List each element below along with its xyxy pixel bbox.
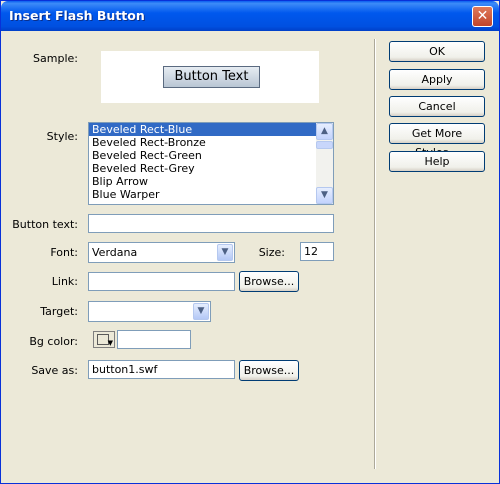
size-label: Size: [258, 246, 285, 259]
help-button[interactable]: Help [389, 151, 485, 172]
font-label: Font: [50, 246, 78, 259]
font-value: Verdana [92, 246, 138, 259]
bg-color-input[interactable] [117, 330, 191, 349]
button-text-label: Button text: [12, 218, 78, 231]
bg-color-label: Bg color: [29, 335, 78, 348]
sample-button-preview: Button Text [163, 66, 260, 88]
close-button[interactable]: ✕ [472, 6, 493, 27]
target-label: Target: [40, 305, 78, 318]
apply-button[interactable]: Apply [389, 69, 485, 90]
style-listbox[interactable]: Beveled Rect-Blue Beveled Rect-Bronze Be… [88, 122, 334, 205]
ok-button[interactable]: OK [389, 41, 485, 62]
style-item-beveled-rect-grey[interactable]: Beveled Rect-Grey [89, 162, 316, 175]
scroll-down-icon: ▼ [321, 190, 328, 200]
style-item-blip-arrow[interactable]: Blip Arrow [89, 175, 316, 188]
sample-label: Sample: [33, 52, 78, 65]
scroll-down-button[interactable]: ▼ [316, 187, 333, 204]
target-select[interactable]: ▼ [88, 301, 211, 322]
get-more-styles-button[interactable]: Get More Styles... [389, 123, 485, 159]
target-dropdown-button[interactable]: ▼ [193, 303, 209, 320]
link-input[interactable] [88, 272, 235, 291]
chevron-down-icon: ▼ [107, 339, 113, 347]
button-text-input[interactable] [88, 214, 334, 233]
close-icon: ✕ [476, 8, 489, 24]
save-browse-button[interactable]: Browse... [239, 360, 299, 381]
save-as-label: Save as: [31, 364, 78, 377]
scroll-up-button[interactable]: ▲ [316, 123, 333, 140]
dialog-title: Insert Flash Button [9, 8, 145, 23]
scroll-thumb[interactable] [316, 141, 333, 149]
size-input[interactable]: 12 [300, 242, 334, 261]
style-label: Style: [46, 130, 78, 143]
style-item-beveled-rect-blue[interactable]: Beveled Rect-Blue [89, 123, 316, 136]
save-as-input[interactable]: button1.swf [88, 360, 235, 379]
chevron-down-icon: ▼ [197, 306, 205, 316]
style-item-blue-warper[interactable]: Blue Warper [89, 188, 316, 201]
title-bar: Insert Flash Button ✕ [1, 1, 499, 31]
insert-flash-button-dialog: Insert Flash Button ✕ Sample: Button Tex… [0, 0, 500, 484]
vertical-divider [374, 39, 376, 469]
style-item-beveled-rect-green[interactable]: Beveled Rect-Green [89, 149, 316, 162]
link-label: Link: [51, 275, 78, 288]
sample-preview: Button Text [101, 51, 319, 103]
bg-color-swatch-button[interactable]: ▼ [93, 331, 115, 348]
style-item-beveled-rect-bronze[interactable]: Beveled Rect-Bronze [89, 136, 316, 149]
link-browse-button[interactable]: Browse... [239, 271, 299, 292]
cancel-button[interactable]: Cancel [389, 96, 485, 117]
scroll-up-icon: ▲ [321, 126, 328, 136]
style-list-scrollbar[interactable]: ▲ ▼ [316, 123, 333, 204]
